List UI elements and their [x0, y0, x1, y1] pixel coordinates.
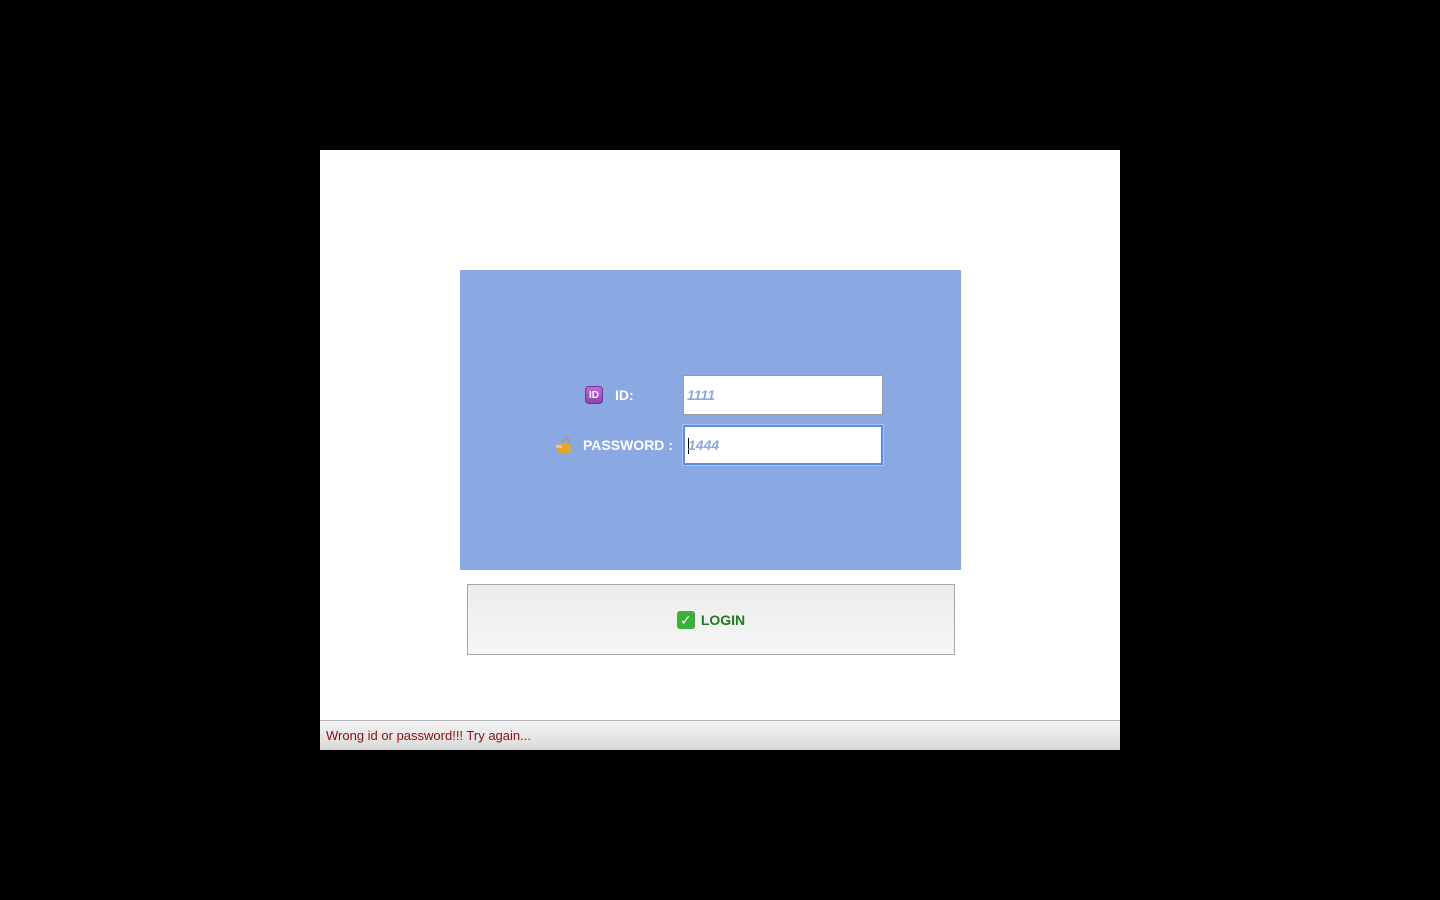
id-label-group: ID ID: [585, 386, 634, 404]
status-message: Wrong id or password!!! Try again... [326, 728, 531, 743]
password-row: PASSWORD : [556, 425, 673, 465]
login-panel: ID ID: 1111 PASSWORD : 1444 [460, 270, 961, 570]
lock-with-key-icon [556, 436, 574, 454]
check-mark-icon: ✓ [676, 610, 695, 629]
id-input[interactable]: 1111 [683, 375, 883, 415]
password-label-group: PASSWORD : [556, 436, 673, 454]
login-window: ID ID: 1111 PASSWORD : 1444 ✓ LOGIN Wron… [320, 150, 1120, 750]
password-input-value: 1444 [688, 437, 720, 453]
id-badge-icon: ID [585, 386, 603, 404]
id-label: ID: [615, 387, 634, 403]
login-button[interactable]: ✓ LOGIN [467, 584, 955, 655]
id-input-value: 1111 [687, 387, 716, 403]
login-button-label: LOGIN [700, 611, 746, 628]
status-bar: Wrong id or password!!! Try again... [320, 720, 1120, 750]
id-row: ID ID: [585, 375, 634, 415]
password-label: PASSWORD : [583, 437, 673, 453]
password-input[interactable]: 1444 [683, 425, 883, 465]
